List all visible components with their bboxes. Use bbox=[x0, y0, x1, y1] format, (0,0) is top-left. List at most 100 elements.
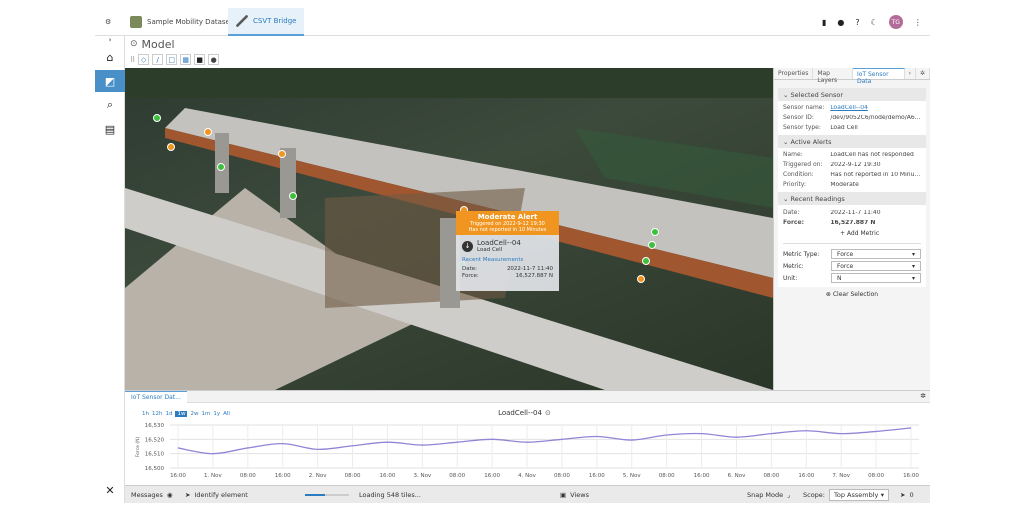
chevron-down-icon: ⌄ bbox=[783, 194, 791, 203]
messages-button[interactable]: Messages ◉ bbox=[131, 486, 173, 504]
metric-select[interactable]: Force ▾ bbox=[831, 261, 921, 271]
document-icon[interactable]: ▤ bbox=[95, 118, 125, 140]
scope-label: Scope: bbox=[803, 491, 825, 499]
help-icon[interactable]: ? bbox=[855, 18, 859, 27]
load-cell-icon: ↓ bbox=[462, 240, 473, 252]
dropdown-icon: ▾ bbox=[911, 274, 915, 282]
sensor-marker[interactable] bbox=[278, 150, 286, 158]
sensor-marker[interactable] bbox=[204, 128, 212, 136]
breadcrumb-bridge[interactable]: CSVT Bridge bbox=[228, 8, 305, 36]
sensor-marker[interactable] bbox=[637, 275, 645, 283]
rect-tool-icon[interactable]: □ bbox=[166, 54, 178, 65]
add-metric-button[interactable]: + Add Metric bbox=[783, 228, 921, 244]
cursor-icon: ➤ bbox=[185, 491, 191, 499]
tools-icon[interactable]: ✕ bbox=[95, 479, 125, 501]
sensor-marker[interactable] bbox=[648, 241, 656, 249]
y-tick-label: 16,510 bbox=[145, 452, 165, 458]
dataset-thumbnail-icon bbox=[130, 16, 142, 28]
dropdown-icon: ▾ bbox=[880, 491, 884, 499]
field-value: /dev/9052C6/node/demo/A6F0F... bbox=[830, 115, 921, 121]
layers-tool-icon[interactable]: ▦ bbox=[180, 54, 192, 65]
unit-select[interactable]: N ▾ bbox=[831, 273, 921, 283]
select-value: Force bbox=[837, 250, 854, 258]
sensor-marker[interactable] bbox=[289, 192, 297, 200]
sensor-marker[interactable] bbox=[167, 143, 175, 151]
remove-tool-icon[interactable]: ● bbox=[208, 54, 220, 65]
scope-select[interactable]: Top Assembly ▾ bbox=[829, 489, 889, 501]
sensor-marker[interactable] bbox=[217, 163, 225, 171]
x-tick-label: 3. Nov bbox=[413, 473, 431, 479]
clear-icon: ⊗ bbox=[825, 291, 833, 298]
recent-measurements-link[interactable]: Recent Measurements bbox=[462, 257, 553, 263]
views-label: Views bbox=[570, 491, 589, 499]
toolbar: ⠿ ◇ / □ ▦ ■ ● bbox=[125, 52, 220, 67]
identify-label: Identify element bbox=[194, 491, 248, 499]
tab-map-layers[interactable]: Map Layers bbox=[813, 68, 853, 84]
identify-element-button[interactable]: ➤ Identify element bbox=[185, 486, 248, 504]
field-label: Sensor ID: bbox=[783, 114, 814, 121]
x-tick-label: 16:00 bbox=[379, 473, 395, 479]
tab-properties[interactable]: Properties bbox=[774, 68, 814, 79]
bookmark-icon[interactable]: ▮ bbox=[822, 18, 826, 27]
dark-mode-icon[interactable]: ☾ bbox=[871, 18, 878, 27]
dropdown-icon: ▾ bbox=[911, 250, 915, 258]
field-label: Name: bbox=[783, 151, 803, 158]
status-bar: Messages ◉ ➤ Identify element Loading 548 … bbox=[125, 485, 930, 503]
tab-iot-sensor-data[interactable]: IoT Sensor Data bbox=[852, 68, 905, 85]
info-icon[interactable]: ⊙ bbox=[545, 409, 551, 417]
views-icon: ▣ bbox=[560, 491, 567, 499]
add-tool-icon[interactable]: ■ bbox=[194, 54, 206, 65]
chevron-down-icon: ⌄ bbox=[783, 137, 791, 146]
bell-icon[interactable]: ● bbox=[837, 18, 844, 27]
line-tool-icon[interactable]: / bbox=[152, 54, 164, 65]
app-logo-icon[interactable]: ⚙ bbox=[100, 8, 116, 36]
section-header[interactable]: ⌄ Selected Sensor bbox=[778, 88, 926, 101]
x-tick-label: 16:00 bbox=[798, 473, 814, 479]
x-tick-label: 16:00 bbox=[484, 473, 500, 479]
tab-iot-sensor-data-bottom[interactable]: IoT Sensor Dat... bbox=[125, 391, 187, 403]
home-icon[interactable]: ⌂ bbox=[95, 46, 125, 68]
clear-selection-button[interactable]: ⊗ Clear Selection bbox=[774, 291, 930, 298]
sensor-marker[interactable] bbox=[642, 257, 650, 265]
back-icon[interactable]: ⊙ bbox=[130, 39, 138, 49]
sensor-marker[interactable] bbox=[651, 228, 659, 236]
snap-mode-button[interactable]: Snap Mode ⌟ bbox=[747, 486, 790, 504]
search-icon[interactable]: ⌕ bbox=[95, 94, 125, 116]
section-header[interactable]: ⌄ Active Alerts bbox=[778, 135, 926, 148]
iot-sensor-icon[interactable]: ◩ bbox=[95, 70, 125, 92]
tabs-more-icon[interactable]: › bbox=[905, 68, 916, 79]
loading-label: Loading 548 tiles... bbox=[359, 491, 421, 499]
field-label: Metric: bbox=[783, 262, 804, 270]
pin-icon[interactable]: ✲ bbox=[916, 68, 930, 79]
force-label: Force: bbox=[462, 273, 479, 279]
expand-sidebar-icon[interactable]: › bbox=[95, 36, 125, 44]
loading-status: Loading 548 tiles... bbox=[305, 486, 421, 504]
field-value: Moderate bbox=[830, 182, 859, 188]
page-title: Model bbox=[141, 37, 175, 51]
scope-control: Scope: Top Assembly ▾ bbox=[803, 486, 889, 504]
more-menu-icon[interactable]: ⋮ bbox=[914, 18, 922, 27]
field-value: LoadCell has not responded bbox=[830, 152, 914, 158]
field-label: Date: bbox=[783, 209, 800, 216]
pin-icon[interactable]: ✲ bbox=[920, 392, 926, 400]
section-header[interactable]: ⌄ Recent Readings bbox=[778, 192, 926, 205]
point-tool-icon[interactable]: ◇ bbox=[138, 54, 150, 65]
select-value: N bbox=[837, 274, 842, 282]
sensor-marker[interactable] bbox=[153, 114, 161, 122]
x-tick-label: 7. Nov bbox=[832, 473, 850, 479]
sidebar: › ⌂ ◩ ⌕ ▤ ✕ bbox=[95, 36, 125, 503]
sensor-name-link[interactable]: LoadCell--04 bbox=[830, 105, 921, 111]
messages-icon: ◉ bbox=[166, 491, 173, 499]
force-chart: LoadCell--04 ⊙ Force (N) 16,500 16,510 16,520… bbox=[135, 409, 919, 479]
views-button[interactable]: ▣ Views bbox=[560, 486, 589, 504]
y-tick-label: 16,520 bbox=[145, 437, 165, 443]
x-tick-label: 16:00 bbox=[694, 473, 710, 479]
3d-viewport[interactable] bbox=[125, 68, 773, 390]
messages-label: Messages bbox=[131, 491, 163, 499]
x-tick-label: 08:00 bbox=[240, 473, 256, 479]
avatar[interactable]: TG bbox=[888, 15, 903, 29]
x-tick-label: 1. Nov bbox=[204, 473, 222, 479]
section-title: Recent Readings bbox=[790, 194, 845, 203]
metric-type-select[interactable]: Force ▾ bbox=[831, 249, 921, 259]
drag-handle-icon[interactable]: ⠿ bbox=[130, 56, 135, 64]
